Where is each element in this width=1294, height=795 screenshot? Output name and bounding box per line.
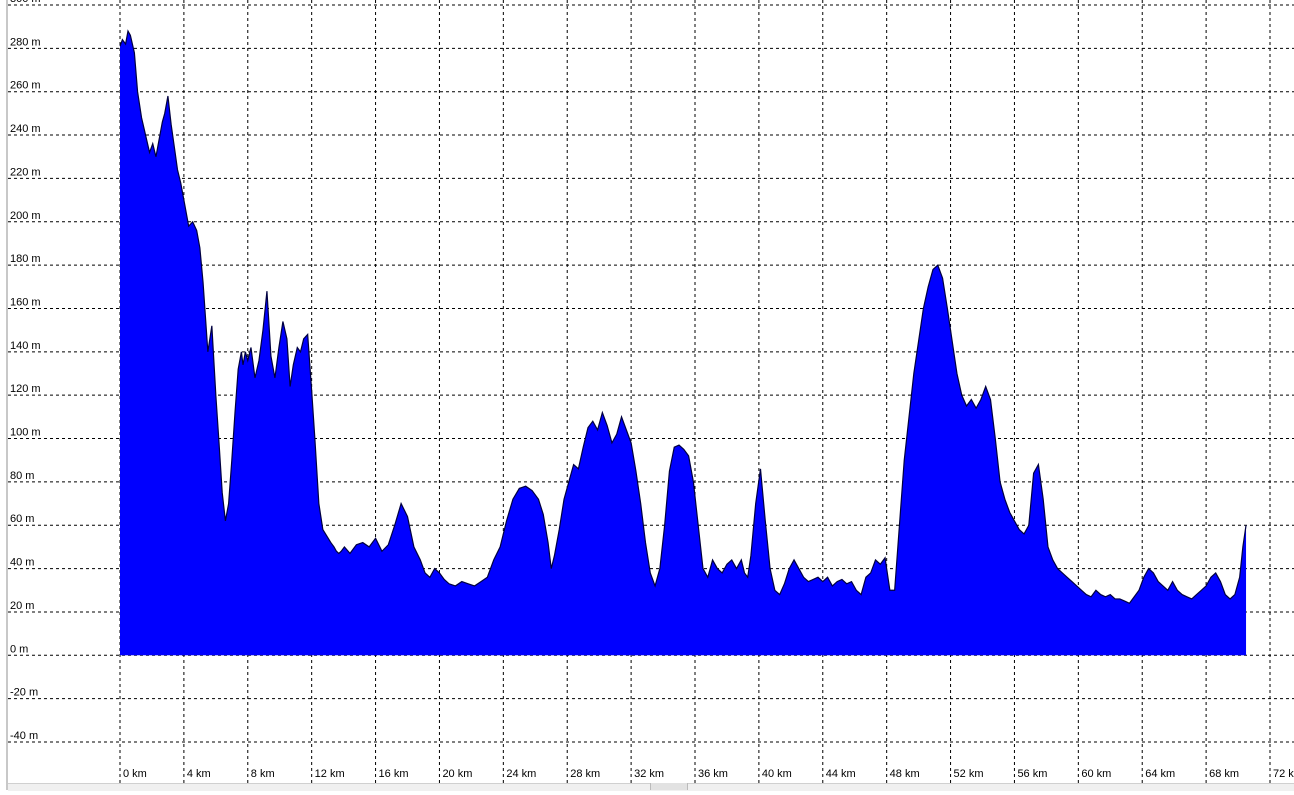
x-tick-label: 68 km [1209,768,1239,780]
y-tick-label: 20 m [10,600,34,612]
y-tick-label: 160 m [10,296,41,308]
x-tick-label: 8 km [251,768,275,780]
y-tick-label: 120 m [10,383,41,395]
x-tick-label: 36 km [698,768,728,780]
y-tick-label: 100 m [10,427,41,439]
x-tick-label: 24 km [506,768,536,780]
x-axis-tick-labels: 0 km 4 km 8 km 12 km 16 km 20 km 24 km 28 km 32 … [123,768,1294,780]
x-tick-label: 28 km [570,768,600,780]
elevation-area-layer [120,31,1246,655]
x-tick-label: 48 km [890,768,920,780]
x-tick-label: 32 km [634,768,664,780]
y-tick-label: -20 m [10,687,38,699]
x-tick-label: 44 km [826,768,856,780]
y-tick-label: 280 m [10,36,41,48]
y-tick-label: 200 m [10,210,41,222]
elevation-area [120,31,1246,655]
y-tick-label: 260 m [10,80,41,92]
x-tick-label: 20 km [442,768,472,780]
x-tick-label: 64 km [1145,768,1175,780]
x-tick-label: 40 km [762,768,792,780]
y-tick-label: 220 m [10,166,41,178]
y-tick-label: 300 m [10,0,41,5]
y-tick-label: 180 m [10,253,41,265]
elevation-profile-chart: 300 m 280 m 260 m 240 m 220 m 200 m 180 m 160 m… [0,0,1294,790]
x-tick-label: 16 km [379,768,409,780]
x-tick-label: 52 km [954,768,984,780]
horizontal-scrollbar-thumb[interactable] [650,783,688,790]
x-tick-label: 4 km [187,768,211,780]
y-tick-label: 140 m [10,340,41,352]
y-axis-tick-labels: 300 m 280 m 260 m 240 m 220 m 200 m 180 m 160 m… [10,0,41,742]
y-tick-label: 60 m [10,513,34,525]
x-tick-label: 0 km [123,768,147,780]
elevation-profile-svg: 300 m 280 m 260 m 240 m 220 m 200 m 180 m 160 m… [0,0,1294,790]
x-tick-label: 60 km [1081,768,1111,780]
window-left-edge [6,0,8,790]
x-tick-label: 12 km [315,768,345,780]
y-tick-label: 80 m [10,470,34,482]
y-tick-label: 40 m [10,557,34,569]
x-tick-label: 72 km [1273,768,1294,780]
y-tick-label: -40 m [10,730,38,742]
y-tick-label: 240 m [10,123,41,135]
x-tick-label: 56 km [1017,768,1047,780]
y-tick-label: 0 m [10,643,28,655]
